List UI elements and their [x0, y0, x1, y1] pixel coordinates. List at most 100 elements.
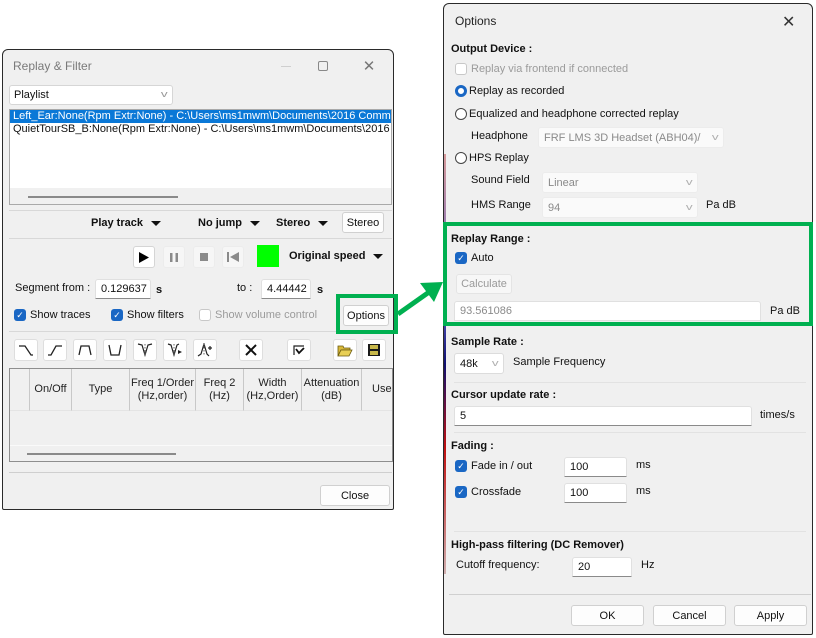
- segment-from-input[interactable]: 0.129637: [95, 279, 151, 299]
- sample-rate-value: 48k: [460, 358, 478, 370]
- replay-as-recorded-label: Replay as recorded: [469, 85, 565, 97]
- play-track-dropdown[interactable]: Play track: [91, 217, 161, 229]
- filter-table[interactable]: On/Off Type Freq 1/Order (Hz,order) Freq…: [9, 368, 393, 462]
- close-window-button[interactable]: ✕: [356, 55, 382, 77]
- table-header-use[interactable]: Use: [362, 369, 392, 411]
- sound-field-select[interactable]: Linear v: [542, 172, 698, 193]
- minimize-button[interactable]: [273, 55, 299, 77]
- pause-icon: [170, 252, 178, 262]
- table-header-freq2[interactable]: Freq 2 (Hz): [196, 369, 244, 411]
- scrollbar-thumb[interactable]: [28, 196, 178, 198]
- cursor-update-unit: times/s: [760, 409, 795, 421]
- table-header-attenuation[interactable]: Attenuation (dB): [302, 369, 362, 411]
- notch-icon: [137, 343, 153, 357]
- pause-button[interactable]: [163, 246, 185, 268]
- play-button[interactable]: [133, 246, 155, 268]
- low-pass-filter-button[interactable]: [14, 339, 38, 361]
- divider: [454, 531, 806, 532]
- fade-in-out-input[interactable]: 100: [564, 457, 627, 477]
- apply-button[interactable]: Apply: [734, 605, 807, 626]
- output-device-heading: Output Device :: [451, 43, 533, 55]
- sample-rate-heading: Sample Rate :: [451, 336, 524, 348]
- headphone-select[interactable]: FRF LMS 3D Headset (ABH04)/ v: [538, 127, 724, 148]
- segment-to-input[interactable]: 4.44442: [261, 279, 311, 299]
- headphone-value: FRF LMS 3D Headset (ABH04)/: [544, 132, 701, 144]
- close-button[interactable]: Close: [320, 485, 390, 506]
- jump-dropdown[interactable]: No jump: [198, 217, 260, 229]
- high-pass-filter-button[interactable]: [43, 339, 67, 361]
- cutoff-frequency-label: Cutoff frequency:: [456, 559, 540, 571]
- crossfade-unit: ms: [636, 485, 651, 497]
- minimize-icon: [281, 65, 291, 67]
- save-button[interactable]: [362, 339, 386, 361]
- stop-button[interactable]: [193, 246, 215, 268]
- crossfade-checkbox[interactable]: ✓ Crossfade: [455, 486, 521, 498]
- cutoff-frequency-input[interactable]: 20: [572, 557, 632, 577]
- replay-via-frontend-checkbox[interactable]: Replay via frontend if connected: [455, 63, 628, 75]
- ok-button[interactable]: OK: [571, 605, 644, 626]
- fade-in-out-checkbox[interactable]: ✓ Fade in / out: [455, 460, 532, 472]
- show-filters-checkbox[interactable]: ✓ Show filters: [111, 309, 184, 321]
- segment-from-unit: s: [156, 284, 163, 296]
- maximize-button[interactable]: [310, 55, 336, 77]
- list-item[interactable]: Left_Ear:None(Rpm Extr:None) - C:\Users\…: [10, 110, 391, 123]
- jump-label: No jump: [198, 217, 242, 229]
- caret-down-icon: [318, 220, 329, 226]
- window-title: Options: [455, 14, 497, 28]
- hms-range-value: 94: [548, 202, 561, 214]
- notch-add-filter-button[interactable]: [163, 339, 187, 361]
- headphone-label: Headphone: [471, 130, 528, 142]
- show-volume-control-label: Show volume control: [215, 309, 318, 321]
- stereo-button[interactable]: Stereo: [342, 212, 384, 233]
- replay-as-recorded-radio[interactable]: Replay as recorded: [455, 85, 564, 97]
- play-icon: [139, 251, 149, 263]
- sample-rate-select[interactable]: 48k v: [454, 353, 504, 374]
- divider: [9, 238, 392, 239]
- divider: [9, 331, 392, 332]
- rewind-to-start-button[interactable]: [222, 246, 244, 268]
- crossfade-input[interactable]: 100: [564, 483, 627, 503]
- track-list[interactable]: Left_Ear:None(Rpm Extr:None) - C:\Users\…: [9, 109, 392, 205]
- playlist-select[interactable]: Playlist v: [9, 85, 173, 105]
- list-item[interactable]: QuietTourSB_B:None(Rpm Extr:None) - C:\U…: [10, 123, 391, 136]
- show-traces-checkbox[interactable]: ✓ Show traces: [14, 309, 91, 321]
- delete-filter-button[interactable]: [239, 339, 263, 361]
- channel-label: Stereo: [276, 217, 311, 229]
- cursor-update-input[interactable]: 5: [454, 406, 752, 426]
- status-indicator: [257, 245, 279, 267]
- hps-replay-radio[interactable]: HPS Replay: [455, 152, 529, 164]
- channel-dropdown[interactable]: Stereo: [276, 217, 329, 229]
- band-stop-filter-button[interactable]: [103, 339, 127, 361]
- cancel-button[interactable]: Cancel: [653, 605, 726, 626]
- replay-via-frontend-label: Replay via frontend if connected: [471, 63, 629, 75]
- table-header-width[interactable]: Width (Hz,Order): [244, 369, 302, 411]
- replay-filter-window: Replay & Filter ✕ Playlist v Left_Ear:No…: [2, 49, 394, 510]
- hms-range-select[interactable]: 94 v: [542, 197, 698, 218]
- open-button[interactable]: [333, 339, 357, 361]
- equalized-replay-radio[interactable]: Equalized and headphone corrected replay: [455, 108, 679, 120]
- horizontal-scrollbar[interactable]: [10, 188, 391, 204]
- speed-dropdown[interactable]: Original speed: [289, 250, 384, 262]
- peak-add-filter-button[interactable]: [193, 339, 217, 361]
- segment-to-label: to :: [237, 282, 253, 294]
- checkbox-unchecked-icon: [199, 309, 211, 321]
- notch-add-icon: [167, 343, 182, 357]
- close-window-button[interactable]: ✕: [782, 12, 795, 32]
- toggle-filters-button[interactable]: [287, 339, 311, 361]
- chevron-down-icon: v: [160, 89, 168, 99]
- low-pass-icon: [19, 345, 33, 356]
- notch-filter-button[interactable]: [133, 339, 157, 361]
- peak-add-icon: [197, 343, 212, 357]
- show-volume-control-checkbox[interactable]: Show volume control: [199, 309, 317, 321]
- close-icon: ✕: [782, 14, 796, 31]
- horizontal-scrollbar[interactable]: [10, 445, 392, 461]
- fade-in-out-unit: ms: [636, 459, 651, 471]
- radio-selected-icon: [455, 85, 467, 97]
- window-edge-accent: [444, 154, 446, 574]
- cutoff-frequency-unit: Hz: [641, 559, 655, 571]
- band-pass-filter-button[interactable]: [73, 339, 97, 361]
- table-header-onoff[interactable]: On/Off: [30, 369, 72, 411]
- scrollbar-thumb[interactable]: [27, 453, 176, 455]
- table-header-type[interactable]: Type: [72, 369, 130, 411]
- table-header-freq1[interactable]: Freq 1/Order (Hz,order): [130, 369, 196, 411]
